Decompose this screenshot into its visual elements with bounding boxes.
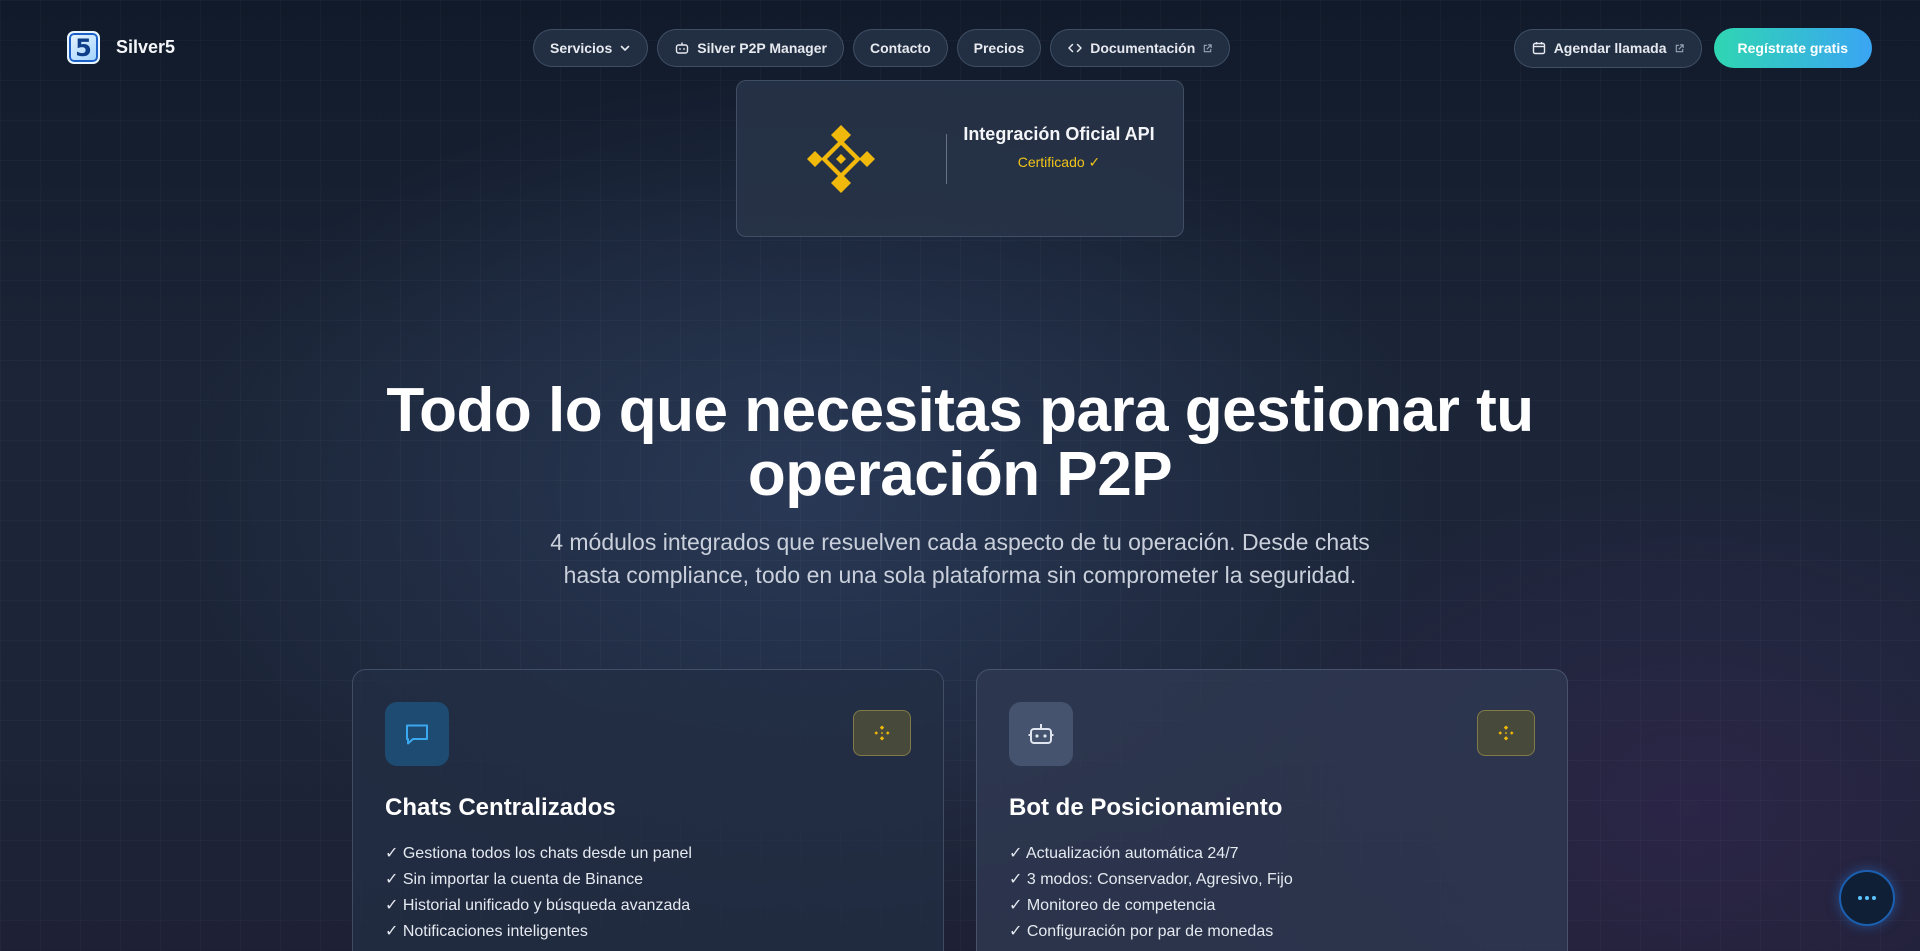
badge-divider (946, 134, 947, 184)
calendar-icon (1532, 42, 1545, 55)
logo-mark-icon: 5 (67, 31, 100, 64)
hero-subtitle: 4 módulos integrados que resuelven cada … (550, 529, 1370, 588)
nav-item-label: Precios (973, 40, 1025, 56)
feature-card-bot[interactable]: Bot de Posicionamiento ✓ Actualización a… (976, 669, 1568, 951)
bot-icon (676, 42, 689, 54)
feature-list: ✓ Gestiona todos los chats desde un pane… (385, 841, 692, 945)
nav-item-label: Contacto (869, 40, 931, 56)
nav-item-precios[interactable]: Precios (956, 29, 1042, 67)
nav-item-label: Servicios (550, 40, 613, 56)
main-nav: Servicios Silver P2P Manager Contacto Pr… (533, 29, 1231, 67)
register-free-button[interactable]: Regístrate gratis (1713, 28, 1872, 68)
list-item: ✓ Notificaciones inteligentes (385, 923, 588, 940)
binance-logo-icon (807, 125, 875, 193)
chat-bubble-icon (385, 702, 449, 766)
nav-item-servicios[interactable]: Servicios (533, 29, 649, 67)
nav-item-label: Documentación (1090, 40, 1196, 56)
certified-status: Certificado ✓ (1017, 154, 1101, 170)
nav-item-label: Silver P2P Manager (697, 40, 827, 56)
card-title: Chats Centralizados (385, 794, 616, 821)
badge-text: Integración Oficial API Certificado ✓ (959, 121, 1159, 171)
schedule-call-label: Agendar llamada (1553, 40, 1667, 56)
list-item: ✓ 3 modos: Conservador, Agresivo, Fijo (1009, 871, 1293, 888)
list-item: ✓ Actualización automática 24/7 (1009, 845, 1239, 862)
list-item: ✓ Gestiona todos los chats desde un pane… (385, 845, 692, 862)
chevron-down-icon (620, 45, 630, 51)
schedule-call-button[interactable]: Agendar llamada (1513, 28, 1702, 68)
feature-card-chats[interactable]: Chats Centralizados ✓ Gestiona todos los… (352, 669, 944, 951)
binance-badge-icon (1477, 710, 1535, 756)
nav-actions: Agendar llamada Regístrate gratis (1513, 28, 1872, 68)
nav-item-documentacion[interactable]: Documentación (1050, 29, 1231, 67)
brand-name: Silver5 (116, 37, 176, 57)
list-item: ✓ Monitoreo de competencia (1009, 897, 1216, 914)
nav-item-contacto[interactable]: Contacto (852, 29, 948, 67)
list-item: ✓ Sin importar la cuenta de Binance (385, 871, 643, 888)
official-integration-badge: Integración Oficial API Certificado ✓ (736, 80, 1184, 237)
nav-item-silver-p2p-manager[interactable]: Silver P2P Manager (657, 29, 844, 67)
bot-icon (1009, 702, 1073, 766)
more-dots-icon (1858, 896, 1876, 900)
list-item: ✓ Configuración por par de monedas (1009, 923, 1274, 940)
external-link-icon (1675, 43, 1684, 52)
card-title: Bot de Posicionamiento (1009, 794, 1283, 821)
feature-list: ✓ Actualización automática 24/7 ✓ 3 modo… (1009, 841, 1293, 945)
binance-badge-icon (853, 710, 911, 756)
list-item: ✓ Historial unificado y búsqueda avanzad… (385, 897, 691, 914)
brand-logo-link[interactable]: 5 Silver5 (67, 31, 175, 64)
badge-title: Integración Oficial API (963, 124, 1155, 144)
hero-title: Todo lo que necesitas para gestionar tu … (386, 376, 1534, 509)
chat-widget-button[interactable] (1839, 870, 1895, 926)
code-icon (1068, 43, 1082, 53)
external-link-icon (1203, 43, 1212, 52)
